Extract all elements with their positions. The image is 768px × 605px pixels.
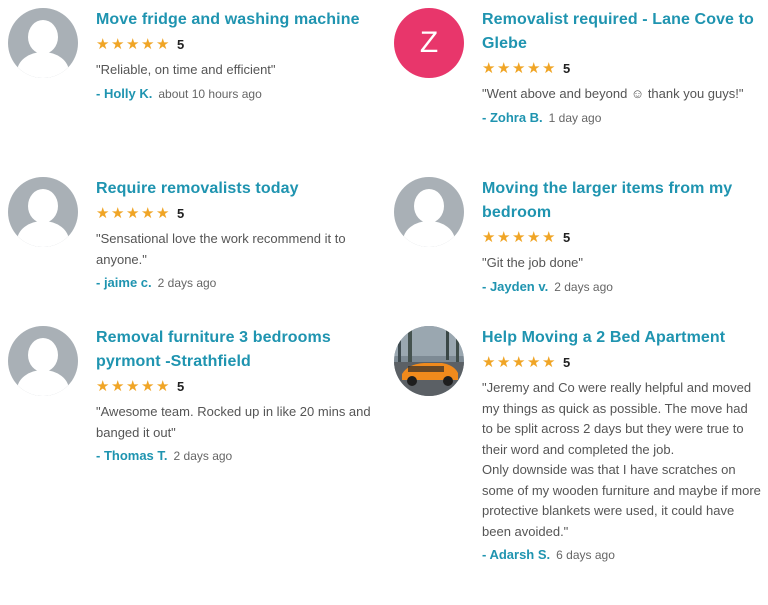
star-icon: ★ [482,353,496,371]
review-time: about 10 hours ago [158,86,262,101]
star-icon: ★ [141,377,155,395]
star-rating: ★ ★ ★ ★ ★ [482,61,557,76]
review-meta: - Zohra B. 1 day ago [482,109,762,127]
star-icon: ★ [126,204,140,222]
star-icon: ★ [527,353,541,371]
rating: ★ ★ ★ ★ ★ 5 [482,56,762,80]
review-time: 2 days ago [554,279,613,294]
rating-score: 5 [177,36,185,52]
star-icon: ★ [126,377,140,395]
star-rating: ★ ★ ★ ★ ★ [482,230,557,245]
star-icon: ★ [497,228,511,246]
rating-score: 5 [177,205,185,221]
star-icon: ★ [497,353,511,371]
star-icon: ★ [527,59,541,77]
star-icon: ★ [111,204,125,222]
review-author[interactable]: - jaime c. [96,275,152,290]
review-time: 6 days ago [556,548,615,562]
star-icon: ★ [111,377,125,395]
review-author[interactable]: - Jayden v. [482,279,548,294]
review-meta: - Thomas T. 2 days ago [96,447,376,465]
star-icon: ★ [527,228,541,246]
review-content: Moving the larger items from my bedroom … [482,177,762,296]
default-user-icon [8,177,78,247]
star-rating: ★ ★ ★ ★ ★ [482,355,557,370]
review-author[interactable]: - Thomas T. [96,448,168,463]
review-content: Move fridge and washing machine ★ ★ ★ ★ ★ 5 … [96,8,376,103]
letter-avatar: Z [394,8,464,78]
review-author[interactable]: - Adarsh S. [482,547,550,562]
star-icon: ★ [96,35,110,53]
review-text: "Awesome team. Rocked up in like 20 mins… [96,404,371,440]
star-icon: ★ [141,35,155,53]
star-icon: ★ [542,353,556,371]
review-text: "Jeremy and Co were really helpful and m… [482,380,761,539]
review-content: Removalist required - Lane Cove to Glebe… [482,8,762,127]
star-icon: ★ [512,228,526,246]
review-text: "Sensational love the work recommend it … [96,231,346,267]
star-rating: ★ ★ ★ ★ ★ [96,37,171,52]
rating-score: 5 [563,354,571,370]
review-meta: - Jayden v. 2 days ago [482,278,762,296]
default-user-icon [8,326,78,396]
star-icon: ★ [111,35,125,53]
star-icon: ★ [126,35,140,53]
star-icon: ★ [512,353,526,371]
review-title[interactable]: Removalist required - Lane Cove to Glebe [482,8,762,56]
star-icon: ★ [141,204,155,222]
star-icon: ★ [542,59,556,77]
review-text: "Went above and beyond ☺ thank you guys!… [482,86,744,101]
star-rating: ★ ★ ★ ★ ★ [96,379,171,394]
review-text: "Reliable, on time and efficient" [96,62,276,77]
review-meta: - jaime c. 2 days ago [96,274,376,292]
star-icon: ★ [542,228,556,246]
star-icon: ★ [156,204,170,222]
review-title[interactable]: Require removalists today [96,177,376,201]
default-user-icon [394,177,464,247]
review-title[interactable]: Help Moving a 2 Bed Apartment [482,326,762,350]
review-content: Require removalists today ★ ★ ★ ★ ★ 5 "Sensa… [96,177,376,292]
review-content: Removal furniture 3 bedrooms pyrmont -St… [96,326,376,465]
rating: ★ ★ ★ ★ ★ 5 [482,225,762,249]
review-time: 1 day ago [548,110,602,125]
star-icon: ★ [512,59,526,77]
review-title[interactable]: Removal furniture 3 bedrooms pyrmont -St… [96,326,376,374]
rating-score: 5 [563,60,571,76]
rating: ★ ★ ★ ★ ★ 5 [482,350,762,374]
star-icon: ★ [156,35,170,53]
review-author[interactable]: - Zohra B. [482,110,543,125]
star-icon: ★ [497,59,511,77]
star-icon: ★ [156,377,170,395]
star-rating: ★ ★ ★ ★ ★ [96,206,171,221]
review-title[interactable]: Move fridge and washing machine [96,8,376,32]
star-icon: ★ [96,204,110,222]
review-meta: - Holly K. about 10 hours ago [96,85,376,103]
review-text: "Git the job done" [482,255,584,270]
review-author[interactable]: - Holly K. [96,86,152,101]
review-time: 2 days ago [157,276,217,290]
photo-car-avatar [394,326,464,396]
star-icon: ★ [96,377,110,395]
review-title[interactable]: Moving the larger items from my bedroom [482,177,762,225]
rating: ★ ★ ★ ★ ★ 5 [96,32,376,56]
star-icon: ★ [482,228,496,246]
star-icon: ★ [482,59,496,77]
rating-score: 5 [177,378,185,394]
rating: ★ ★ ★ ★ ★ 5 [96,201,376,225]
review-meta: - Adarsh S. 6 days ago [482,546,762,564]
review-content: Help Moving a 2 Bed Apartment ★ ★ ★ ★ ★ 5 "J… [482,326,762,564]
rating: ★ ★ ★ ★ ★ 5 [96,374,376,398]
default-user-icon [8,8,78,78]
rating-score: 5 [563,229,571,245]
review-time: 2 days ago [173,449,233,463]
